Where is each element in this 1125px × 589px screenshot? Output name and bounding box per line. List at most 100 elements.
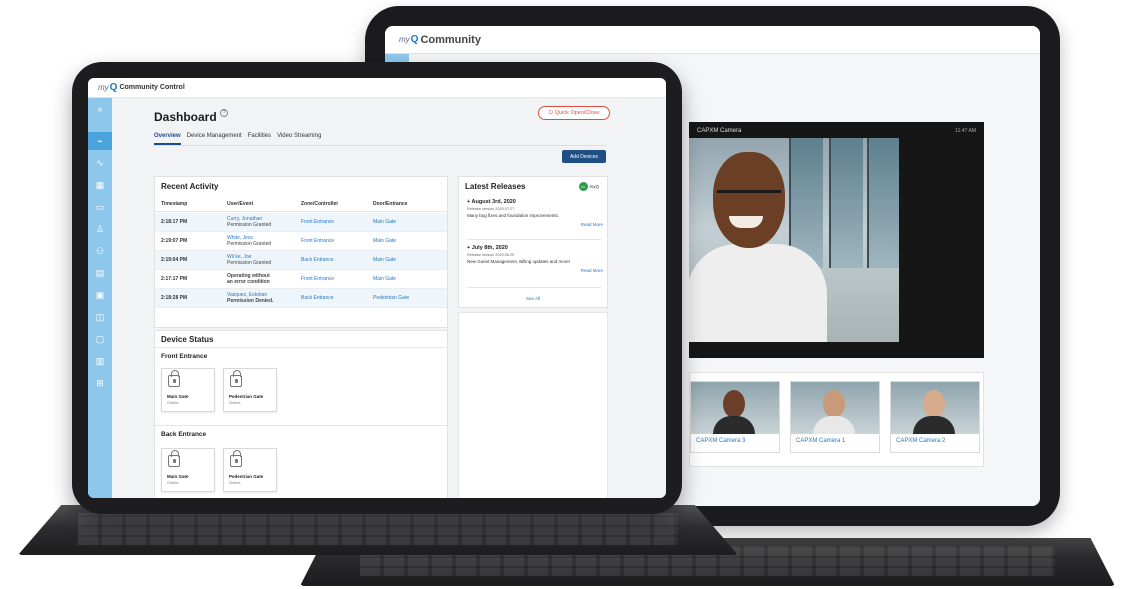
row-zone[interactable]: Back Entrance	[301, 257, 373, 263]
row-zone[interactable]: Front Entrance	[301, 219, 373, 225]
quick-open-close-label: Quick Open/Close	[554, 110, 600, 116]
add-devices-button[interactable]: Add Devices	[562, 150, 606, 163]
row-timestamp: 2:19:04 PM	[161, 257, 188, 263]
door-name: Pedestrian Gate	[229, 394, 264, 399]
door-status: Online	[167, 400, 179, 405]
row-event: Permission Denied.	[227, 298, 274, 304]
releases-column-bg	[458, 312, 608, 498]
device-status-panel: Device Status Front Entrance Main Gate O…	[154, 330, 448, 498]
myq-logo: m myQ	[578, 182, 599, 191]
app-header: my Q Community Control	[88, 78, 666, 98]
release-version: Release version 2020.07.27	[467, 207, 515, 211]
pulse-icon[interactable]: ∿	[94, 158, 106, 168]
chart-icon[interactable]: ▥	[94, 356, 106, 366]
brand-q-logo: Q	[109, 82, 118, 93]
row-timestamp: 2:18:17 PM	[161, 219, 188, 225]
row-door[interactable]: Main Gate	[373, 257, 443, 263]
app-title: Community Control	[119, 84, 185, 91]
front-screen: my Q Community Control » ⌁ ∿ ▦ ▭ ♙ ⚇ ▤ ▣…	[88, 78, 666, 498]
lock-icon	[230, 370, 242, 387]
row-door[interactable]: Pedestrian Gate	[373, 295, 443, 301]
menu-icon[interactable]: »	[94, 104, 106, 114]
device-status-title: Device Status	[161, 335, 214, 344]
lock-icon	[230, 450, 242, 467]
camera-title: CAPXM Camera	[697, 128, 742, 134]
card-icon[interactable]: ▭	[94, 202, 106, 212]
row-zone[interactable]: Front Entrance	[301, 238, 373, 244]
user-icon[interactable]: ♙	[94, 224, 106, 234]
row-event: Permission Granted	[227, 260, 272, 266]
brand-q-logo: Q	[410, 34, 419, 45]
recent-activity-title: Recent Activity	[161, 182, 219, 191]
person-image	[689, 152, 827, 342]
door-status: Online	[229, 400, 241, 405]
door-name: Pedestrian Gate	[229, 474, 264, 479]
table-row[interactable]: 2:19:04 PM Wil ke, Joe Permission Granted…	[155, 251, 447, 270]
camera-thumbnail[interactable]: CAPXM Camera 2	[890, 381, 980, 453]
release-text: New Guest Management, Billing updates an…	[467, 259, 571, 264]
table-row[interactable]: 2:17:17 PM Operating without an error con…	[155, 270, 447, 289]
product-showcase: my Q Community CAPXM Camera 11:47 AM CAP…	[0, 0, 1125, 589]
see-all-link[interactable]: See All	[459, 296, 607, 301]
camera-thumbnail[interactable]: CAPXM Camera 3	[690, 381, 780, 453]
row-event: an error condition	[227, 279, 270, 285]
row-door[interactable]: Main Gate	[373, 219, 443, 225]
tab-video-streaming[interactable]: Video Streaming	[277, 133, 321, 145]
activity-icon[interactable]: ⌁	[94, 136, 106, 146]
door-card[interactable]: Main Gate Online	[161, 368, 215, 412]
latest-releases-title: Latest Releases	[465, 182, 526, 191]
expand-icon[interactable]: +	[467, 199, 470, 205]
building-icon[interactable]: ▦	[94, 180, 106, 190]
power-icon: ⏻	[548, 109, 553, 116]
camera-thumbnail-label: CAPXM Camera 1	[796, 438, 846, 444]
table-row[interactable]: 2:19:07 PM White, Jess Permission Granted…	[155, 232, 447, 251]
row-timestamp: 2:19:07 PM	[161, 238, 188, 244]
quick-open-close-button[interactable]: ⏻ Quick Open/Close	[538, 106, 610, 120]
row-zone[interactable]: Back Entrance	[301, 295, 373, 301]
row-door[interactable]: Main Gate	[373, 238, 443, 244]
row-door[interactable]: Main Gate	[373, 276, 443, 282]
column-header: Door/Entrance	[373, 200, 408, 207]
brand-my: my	[399, 35, 410, 44]
page-title: Dashboard	[154, 110, 217, 124]
org-chart-icon[interactable]: ⊞	[94, 378, 106, 388]
read-more-link[interactable]: Read More	[467, 268, 603, 273]
sidebar: » ⌁ ∿ ▦ ▭ ♙ ⚇ ▤ ▣ ◫ ▢ ▥ ⊞	[88, 98, 112, 498]
door-card[interactable]: Pedestrian Gate Online	[223, 368, 277, 412]
expand-icon[interactable]: +	[467, 245, 470, 251]
id-card-icon[interactable]: ▢	[94, 334, 106, 344]
tab-device-management[interactable]: Device Management	[187, 133, 242, 145]
device-icon[interactable]: ▣	[94, 290, 106, 300]
back-app-title: Community	[420, 33, 481, 46]
door-card[interactable]: Pedestrian Gate Online	[223, 448, 277, 492]
release-date: August 3rd, 2020	[471, 199, 516, 205]
camera-time: 11:47 AM	[955, 128, 976, 134]
row-zone[interactable]: Front Entrance	[301, 276, 373, 282]
camera-thumbnail-label: CAPXM Camera 3	[696, 438, 746, 444]
door-card[interactable]: Main Gate Online	[161, 448, 215, 492]
read-more-link[interactable]: Read More	[467, 222, 603, 227]
users-icon[interactable]: ⚇	[94, 246, 106, 256]
release-version: Release version 2020.06.29	[467, 253, 515, 257]
help-icon[interactable]: ?	[220, 109, 228, 117]
latest-releases-panel: Latest Releases m myQ + August 3rd, 2020…	[458, 176, 608, 308]
door-status: Online	[229, 480, 241, 485]
tab-overview[interactable]: Overview	[154, 133, 181, 145]
camera-thumbnail[interactable]: CAPXM Camera 1	[790, 381, 880, 453]
door-status: Online	[167, 480, 179, 485]
tabs-divider	[154, 145, 606, 146]
lock-icon	[168, 450, 180, 467]
column-header: User/Event	[227, 200, 254, 207]
calendar-icon[interactable]: ▤	[94, 268, 106, 278]
camera-feed-image	[689, 138, 899, 342]
row-timestamp: 2:18:28 PM	[161, 295, 188, 301]
table-row[interactable]: 2:18:17 PM Curry, Jonathan Permission Gra…	[155, 213, 447, 232]
table-row[interactable]: 2:18:28 PM Vasquez, Esteban Permission De…	[155, 289, 447, 308]
camera-feed-panel[interactable]: CAPXM Camera 11:47 AM	[689, 122, 984, 358]
tab-facilities[interactable]: Facilities	[248, 133, 271, 145]
lock-icon	[168, 370, 180, 387]
chat-icon[interactable]: ◫	[94, 312, 106, 322]
front-tablet: my Q Community Control » ⌁ ∿ ▦ ▭ ♙ ⚇ ▤ ▣…	[72, 62, 682, 514]
back-app-header: my Q Community	[385, 26, 1040, 54]
release-date: July 8th, 2020	[471, 245, 508, 251]
